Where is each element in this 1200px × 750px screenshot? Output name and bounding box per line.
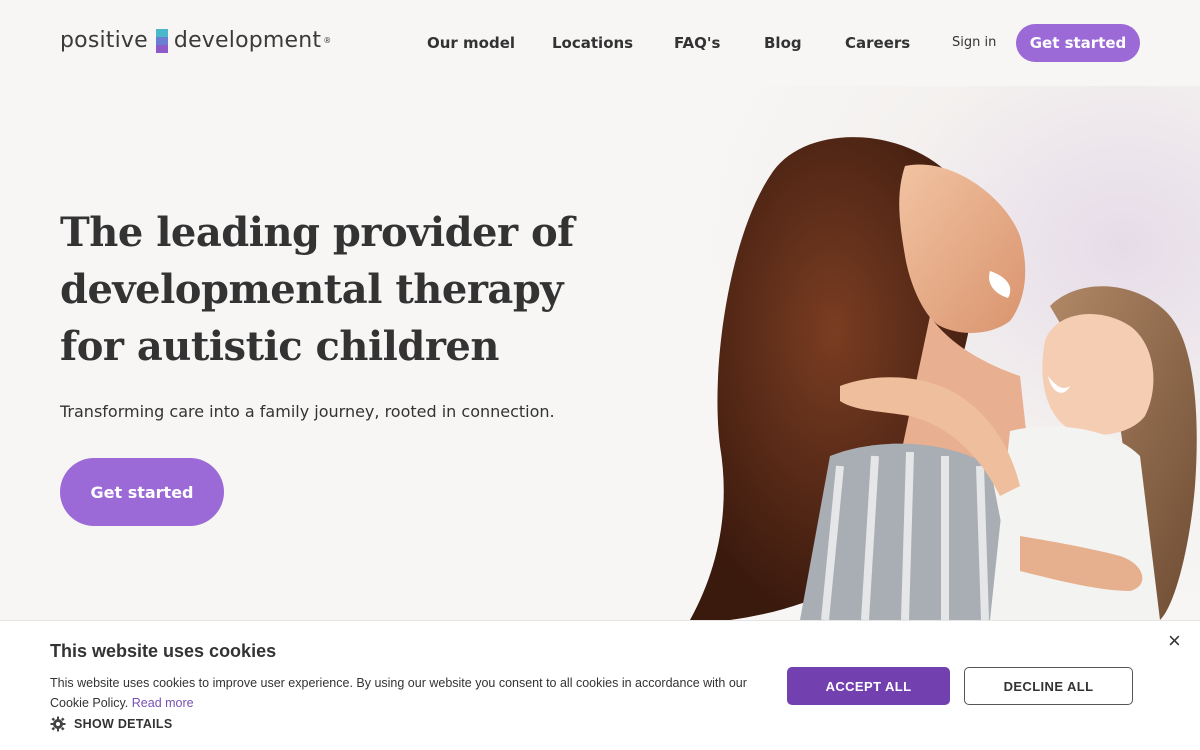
logo-text-left: positive: [60, 28, 148, 53]
cookie-title: This website uses cookies: [50, 641, 277, 661]
accept-all-button[interactable]: ACCEPT ALL: [787, 667, 950, 705]
show-details-label: SHOW DETAILS: [74, 717, 173, 731]
cookie-banner: This website uses cookies This website u…: [0, 620, 1200, 750]
hero-headline: The leading provider of developmental th…: [60, 209, 574, 370]
gear-icon: [50, 716, 66, 732]
hero-get-started-button[interactable]: Get started: [60, 458, 224, 526]
nav-our-model[interactable]: Our model: [427, 34, 515, 52]
logo-registered-mark: ®: [323, 36, 332, 45]
logo-mark-icon: [155, 28, 168, 53]
sign-in-link[interactable]: Sign in: [952, 35, 996, 50]
decline-all-button[interactable]: DECLINE ALL: [964, 667, 1133, 705]
hero-subline: Transforming care into a family journey,…: [60, 402, 555, 421]
nav-careers[interactable]: Careers: [845, 34, 910, 52]
logo-text-right: development: [173, 28, 322, 53]
cookie-read-more-link[interactable]: Read more: [132, 696, 194, 710]
site-header: positive development ® Our model Locatio…: [0, 0, 1200, 86]
nav-locations[interactable]: Locations: [552, 34, 633, 52]
show-details-toggle[interactable]: SHOW DETAILS: [50, 716, 173, 732]
header-get-started-button[interactable]: Get started: [1016, 24, 1140, 62]
nav-faqs[interactable]: FAQ's: [674, 34, 720, 52]
nav-blog[interactable]: Blog: [764, 34, 802, 52]
close-icon[interactable]: ×: [1168, 630, 1181, 652]
hero-image-mother-child: [690, 86, 1200, 620]
cookie-description: This website uses cookies to improve use…: [50, 673, 762, 713]
site-logo[interactable]: positive development ®: [60, 28, 331, 53]
